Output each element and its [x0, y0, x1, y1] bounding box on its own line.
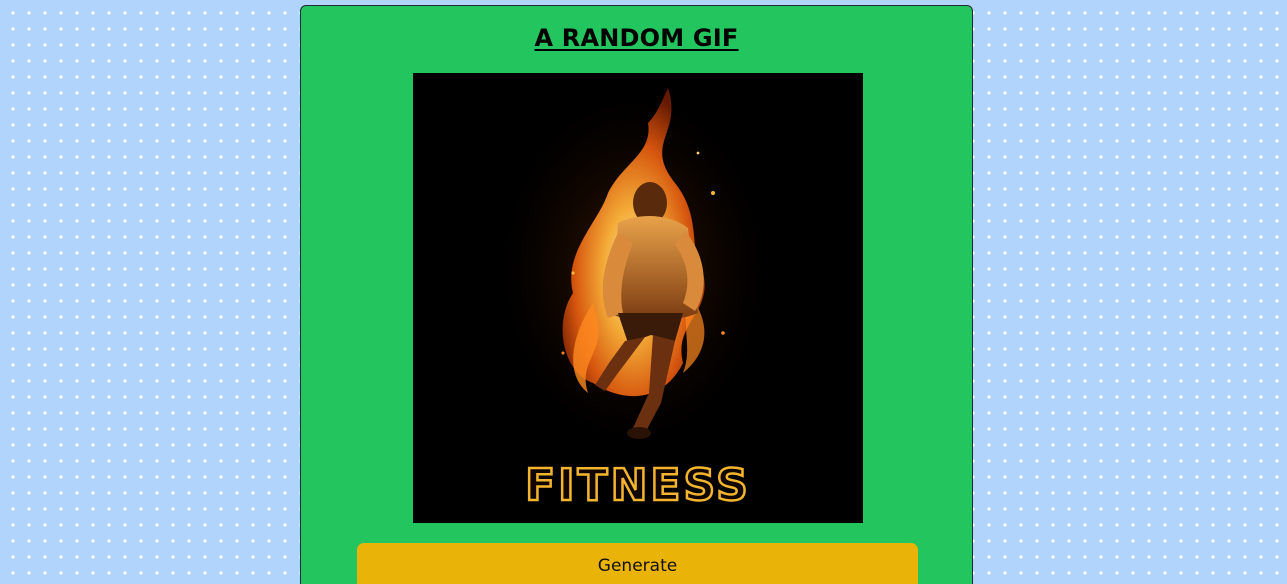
random-gif-image: FITNESS [413, 73, 863, 523]
page-title: A RANDOM GIF [534, 24, 739, 52]
gif-caption: FITNESS [525, 460, 751, 511]
gif-card: A RANDOM GIF FITNESS Generate [300, 5, 973, 584]
gif-illustration: FITNESS [413, 73, 863, 523]
generate-button[interactable]: Generate [357, 543, 918, 584]
